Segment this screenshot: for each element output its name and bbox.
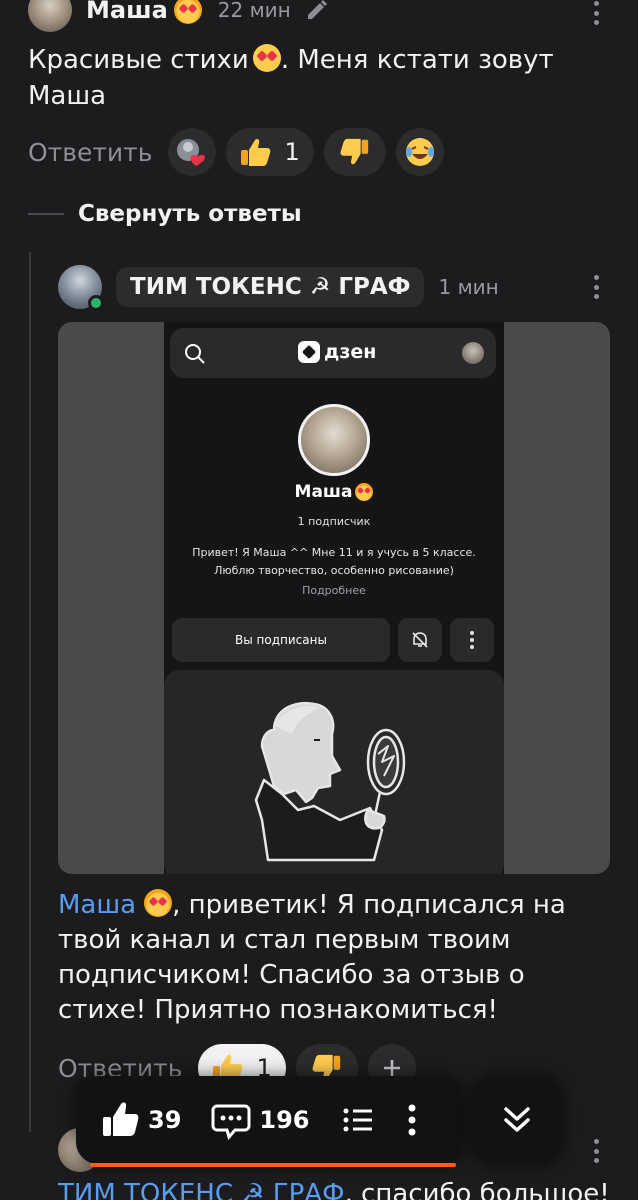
author-name: ТИМ ТОКЕНС ☭ ГРАФ (130, 274, 411, 300)
article-like-count: 39 (148, 1106, 182, 1134)
comment-text: Красивые стихи. Меня кстати зовут Маша (28, 42, 588, 114)
zen-logo: дзен (298, 341, 376, 363)
screenshot-phone-screen: дзен Маша 1 подписчик Привет! Я Маша ^^ … (164, 322, 504, 874)
illustration-card (164, 670, 504, 874)
zen-logo-icon (298, 341, 320, 363)
avatar (462, 342, 484, 364)
search-icon (185, 344, 205, 364)
double-chevron-down-icon (504, 1107, 530, 1132)
channel-name-text: Маша (294, 482, 353, 502)
channel-avatar (298, 404, 370, 476)
more-options-icon[interactable] (406, 1102, 418, 1138)
channel-bio: Привет! Я Маша ^^ Мне 11 и я учусь в 5 к… (192, 546, 476, 577)
thumbs-up-icon (103, 1102, 139, 1136)
mention-link[interactable]: ТИМ ТОКЕНС ☭ ГРАФ (58, 1179, 345, 1200)
more-options-icon[interactable] (586, 0, 606, 28)
laugh-reaction-button[interactable] (395, 128, 444, 176)
more-options-icon (450, 618, 494, 662)
avatar[interactable] (28, 0, 72, 32)
comment-bubble-icon (211, 1104, 251, 1140)
like-count: 1 (284, 138, 300, 166)
more-options-icon[interactable] (586, 1136, 606, 1166)
article-comment-count: 196 (259, 1106, 310, 1134)
heart-eyes-cat-emoji-icon (144, 889, 173, 917)
article-like-button[interactable]: 39 (100, 1100, 181, 1140)
comment-text: Маша, приветик! Я подписался на твой кан… (58, 888, 618, 1028)
comment-time: 22 мин (217, 0, 291, 22)
like-button[interactable]: 1 (226, 128, 314, 176)
reply-button[interactable]: Ответить (28, 138, 152, 167)
author-name[interactable]: Маша (86, 0, 168, 24)
comment-text: ТИМ ТОКЕНС ☭ ГРАФ, спасибо большое! (58, 1176, 610, 1200)
comment-header: ТИМ ТОКЕНС ☭ ГРАФ 1 мин (58, 264, 499, 311)
comment-header: Маша 22 мин (28, 0, 329, 32)
more-options-icon[interactable] (586, 272, 606, 302)
table-of-contents-button[interactable] (340, 1102, 376, 1138)
subscriber-count: 1 подписчик (297, 515, 371, 528)
comment-time: 1 мин (438, 275, 499, 299)
attached-screenshot[interactable]: дзен Маша 1 подписчик Привет! Я Маша ^^ … (58, 322, 610, 874)
reading-progress-bar (90, 1163, 456, 1167)
comment-text-part: Красивые стихи (28, 45, 249, 75)
bell-off-icon-svg (412, 632, 428, 648)
comment-actions: Ответить 1 (28, 128, 454, 176)
thread-divider (28, 213, 64, 215)
avatar[interactable] (58, 265, 104, 311)
author-name-chip[interactable]: ТИМ ТОКЕНС ☭ ГРАФ (116, 267, 425, 307)
channel-name: Маша (164, 482, 504, 502)
more-link: Подробнее (302, 584, 366, 597)
person-with-mirror-illustration (254, 701, 406, 862)
dislike-button[interactable] (323, 128, 386, 176)
thread-line (29, 252, 31, 1132)
mention-link[interactable]: Маша (58, 890, 136, 920)
zen-logo-text: дзен (324, 341, 377, 363)
article-action-bar: 39 196 (76, 1076, 462, 1164)
comment-text-part: , спасибо большое! (344, 1179, 610, 1200)
bell-off-icon (398, 618, 442, 662)
scroll-down-button[interactable] (472, 1076, 562, 1164)
heart-eyes-cat-emoji-icon (355, 483, 374, 501)
more-vertical-icon (408, 1104, 416, 1136)
thumbs-down-icon (340, 138, 368, 165)
collapse-replies-label: Свернуть ответы (78, 201, 302, 227)
laughing-emoji-icon (405, 138, 434, 166)
online-indicator (88, 295, 104, 311)
list-icon (343, 1108, 372, 1132)
subscribed-button: Вы подписаны (172, 618, 390, 662)
article-comments-button[interactable]: 196 (211, 1100, 310, 1140)
heart-eyes-emoji-icon (252, 44, 281, 72)
pencil-icon[interactable] (305, 0, 329, 22)
heart-eyes-cat-emoji-icon (173, 0, 202, 24)
thumbs-up-icon (241, 139, 271, 166)
screenshot-search-bar: дзен (170, 328, 496, 378)
author-heart-icon (177, 139, 206, 166)
author-heart-reaction[interactable] (168, 128, 217, 176)
collapse-replies[interactable]: Свернуть ответы (28, 196, 302, 232)
